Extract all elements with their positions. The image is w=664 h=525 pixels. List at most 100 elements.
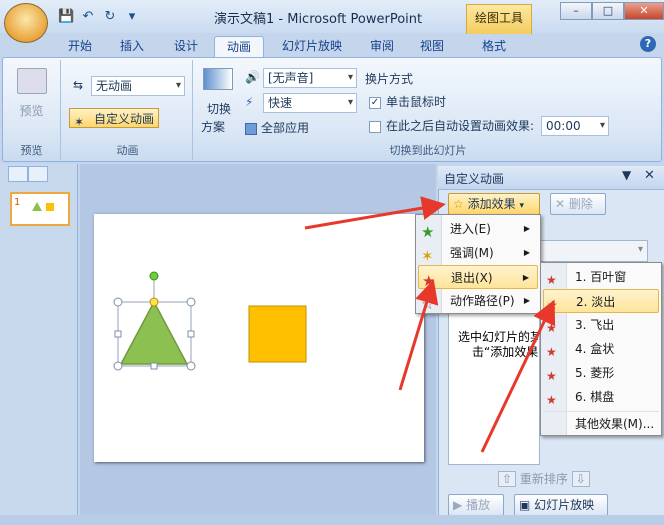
menu-item-exit-label: 退出(X): [451, 271, 493, 285]
exit-effect-fade[interactable]: ★ 2. 淡出: [543, 289, 659, 313]
slide-shapes: [113, 271, 307, 371]
preview-button[interactable]: 预览: [3, 102, 60, 119]
pane-menu-icon[interactable]: ▼: [622, 168, 631, 182]
close-button[interactable]: ✕: [624, 2, 664, 20]
menu-item-emphasis-label: 强调(M): [450, 246, 494, 260]
pane-close-icon[interactable]: ✕: [644, 168, 655, 183]
undo-icon[interactable]: ↶: [80, 9, 96, 25]
menu-item-motion-path[interactable]: ☆ 动作路径(P) ▶: [418, 289, 538, 313]
minimize-button[interactable]: –: [560, 2, 592, 20]
exit-star-icon: ★: [422, 272, 436, 290]
animate-icon: ⇆: [73, 78, 84, 92]
speed-icon: ⚡: [245, 95, 254, 109]
menu-item-motion-path-label: 动作路径(P): [450, 294, 515, 308]
transition-group: 切换 方案 🔊 [无声音] ⚡ 快速 全部应用 换片方式 ✓ 单击鼠标时 在此之后…: [195, 60, 661, 160]
add-effect-label: 添加效果: [467, 197, 516, 211]
advance-slide-title: 换片方式: [365, 72, 414, 86]
menu-item-exit[interactable]: ★ 退出(X) ▶: [418, 265, 538, 290]
reorder-control[interactable]: ⇧ 重新排序 ⇩: [498, 470, 590, 487]
task-pane-header: 自定义动画 ▼ ✕: [438, 166, 664, 190]
adjust-handle: [149, 297, 159, 307]
play-label: 播放: [466, 498, 491, 512]
qat-more-icon[interactable]: ▾: [124, 9, 140, 25]
exit-effect-blinds-label: 1. 百叶窗: [575, 270, 627, 284]
tab-animation[interactable]: 动画: [214, 36, 264, 57]
redo-icon[interactable]: ↻: [102, 9, 118, 25]
remove-label: 删除: [568, 197, 593, 211]
exit-effect-checkerboard-label: 6. 棋盘: [575, 390, 615, 404]
remove-button[interactable]: ✕ 删除: [550, 193, 606, 215]
task-pane-title: 自定义动画: [444, 172, 505, 186]
tab-design[interactable]: 设计: [164, 36, 208, 57]
ribbon: 预览 预览 ⇆ 无动画 ✶ 自定义动画 动画 切换 方案 🔊 [无声音] ⚡ 快速…: [2, 57, 662, 162]
tab-home[interactable]: 开始: [58, 36, 102, 57]
exit-effect-fade-label: 2. 淡出: [576, 295, 616, 309]
slideshow-label: 幻灯片放映: [534, 498, 595, 512]
reorder-label: 重新排序: [519, 472, 568, 486]
add-effect-menu: ★ 进入(E) ▶ ✶ 强调(M) ▶ ★ 退出(X) ▶ ☆ 动作路径(P) ▶: [415, 214, 541, 314]
exit-effect-blinds[interactable]: ★ 1. 百叶窗: [543, 265, 659, 289]
auto-after-checkbox[interactable]: 在此之后自动设置动画效果:: [369, 116, 534, 136]
preview-group: 预览 预览: [3, 60, 61, 160]
slideshow-button[interactable]: ▣ 幻灯片放映: [514, 494, 608, 516]
slideshow-icon: ▣: [519, 498, 531, 512]
thumb-square: [46, 203, 54, 211]
on-click-checkbox[interactable]: ✓ 单击鼠标时: [369, 92, 446, 112]
pane-hint: 选中幻灯片的某 击“添加效果: [458, 330, 538, 360]
tab-insert[interactable]: 插入: [108, 36, 156, 57]
speed-dropdown[interactable]: 快速: [263, 93, 357, 113]
preview-icon: [17, 68, 47, 94]
transition-scheme-label-1[interactable]: 切换: [207, 100, 231, 117]
exit-effect-diamond[interactable]: ★ 5. 菱形: [543, 361, 659, 385]
tab-review[interactable]: 审阅: [362, 36, 402, 57]
menu-item-entrance[interactable]: ★ 进入(E) ▶: [418, 217, 538, 241]
outline-tab-icon[interactable]: [28, 166, 48, 182]
custom-animation-icon: ✶: [74, 114, 85, 129]
exit-more-effects[interactable]: 其他效果(M)...: [543, 411, 659, 435]
exit-effect-icon: ★: [546, 273, 557, 287]
apply-all-label: 全部应用: [261, 121, 310, 135]
exit-effect-box[interactable]: ★ 4. 盒状: [543, 337, 659, 361]
sound-dropdown[interactable]: [无声音]: [263, 68, 357, 88]
apply-all-button[interactable]: 全部应用: [245, 118, 309, 138]
help-icon[interactable]: ?: [640, 36, 656, 52]
ribbon-tabs: 开始 插入 设计 动画 幻灯片放映 审阅 视图 格式: [0, 33, 664, 57]
remove-icon: ✕: [555, 197, 566, 211]
auto-after-time-input[interactable]: 00:00: [541, 116, 609, 136]
play-icon: ▶: [453, 498, 463, 512]
apply-all-icon: [245, 122, 257, 135]
animation-group-label: 动画: [116, 144, 139, 157]
emphasis-star-icon: ✶: [421, 247, 434, 265]
animate-dropdown[interactable]: 无动画: [91, 76, 185, 96]
sound-icon: 🔊: [245, 70, 260, 84]
tab-format[interactable]: 格式: [474, 36, 514, 57]
office-button[interactable]: [4, 3, 48, 43]
exit-effect-checkerboard[interactable]: ★ 6. 棋盘: [543, 385, 659, 409]
add-effect-button[interactable]: ☆ 添加效果 ▾: [448, 193, 540, 215]
status-bar: [0, 515, 664, 525]
square-shape: [248, 305, 307, 363]
entrance-star-icon: ★: [421, 223, 435, 241]
quick-access-toolbar: 💾 ↶ ↻ ▾: [58, 8, 140, 26]
save-icon[interactable]: 💾: [58, 9, 74, 25]
motion-path-star-icon: ☆: [421, 295, 435, 313]
on-click-label: 单击鼠标时: [386, 95, 447, 109]
tab-slideshow[interactable]: 幻灯片放映: [272, 36, 352, 57]
menu-item-emphasis[interactable]: ✶ 强调(M) ▶: [418, 241, 538, 265]
play-button[interactable]: ▶ 播放: [448, 494, 504, 516]
exit-effect-fly-out[interactable]: ★ 3. 飞出: [543, 313, 659, 337]
menu-item-entrance-label: 进入(E): [450, 222, 491, 236]
slides-tab-icon[interactable]: [8, 166, 28, 182]
maximize-button[interactable]: □: [592, 2, 624, 20]
transition-scheme-label-2[interactable]: 方案: [201, 118, 225, 135]
slide-canvas[interactable]: [94, 214, 424, 462]
move-up-icon[interactable]: ⇧: [498, 471, 517, 487]
exit-submenu: ★ 1. 百叶窗 ★ 2. 淡出 ★ 3. 飞出 ★ 4. 盒状 ★ 5. 菱形 ★ 6. …: [540, 262, 662, 436]
custom-animation-button[interactable]: ✶ 自定义动画: [69, 108, 160, 129]
exit-effect-icon: ★: [546, 369, 557, 383]
animation-group: ⇆ 无动画 ✶ 自定义动画 动画: [63, 60, 193, 160]
move-down-icon[interactable]: ⇩: [571, 471, 590, 487]
transition-scheme-icon: [203, 68, 233, 90]
exit-effect-icon: ★: [546, 393, 557, 407]
tab-view[interactable]: 视图: [412, 36, 452, 57]
